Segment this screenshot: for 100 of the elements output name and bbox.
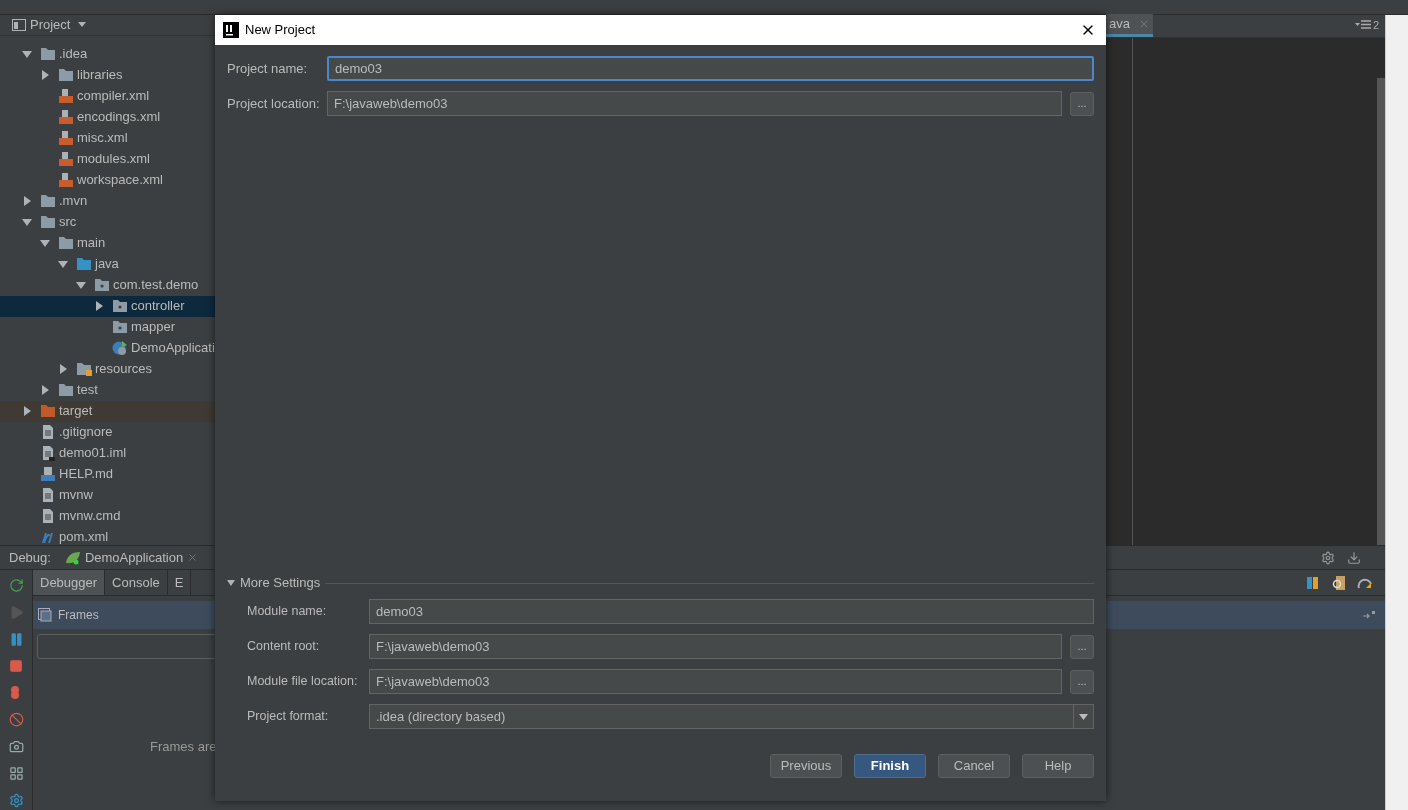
debug-tab[interactable]: Console xyxy=(105,570,168,595)
camera-icon[interactable] xyxy=(8,739,24,754)
field-label: Project format: xyxy=(247,708,330,726)
tab-list-icon[interactable] xyxy=(1354,20,1371,30)
project-view-dropdown[interactable]: Project xyxy=(30,15,87,35)
tree-item[interactable]: mvnw xyxy=(0,484,215,506)
expanded-arrow-icon[interactable] xyxy=(58,259,68,269)
tree-item[interactable]: compiler.xml xyxy=(0,85,215,107)
collapsed-arrow-icon[interactable] xyxy=(40,385,50,395)
hide-panel-icon[interactable] xyxy=(1347,550,1361,565)
tree-item[interactable]: java xyxy=(0,253,215,275)
tree-item[interactable]: HELP.md xyxy=(0,463,215,485)
stop-icon[interactable] xyxy=(9,659,23,673)
folder-icon xyxy=(58,68,74,82)
folder-icon xyxy=(40,47,56,61)
folder-icon xyxy=(58,383,74,397)
input-field[interactable]: F:\javaweb\demo03 xyxy=(369,669,1062,694)
xml-file-icon xyxy=(58,151,74,167)
tree-item-label: target xyxy=(59,402,93,421)
file-icon xyxy=(40,424,56,440)
tree-item[interactable]: encodings.xml xyxy=(0,106,215,128)
folder-icon xyxy=(58,236,74,250)
tree-item[interactable]: pom.xml xyxy=(0,526,215,545)
input-field[interactable]: F:\javaweb\demo03 xyxy=(327,91,1062,116)
pin-icon[interactable] xyxy=(1363,611,1375,619)
format-dropdown[interactable]: .idea (directory based) xyxy=(369,704,1094,729)
collapsed-arrow-icon[interactable] xyxy=(22,406,32,416)
mute-breakpoints-icon[interactable] xyxy=(8,712,24,727)
tree-item[interactable]: libraries xyxy=(0,64,215,86)
input-field[interactable]: demo03 xyxy=(327,56,1094,81)
tree-item-label: .idea xyxy=(59,45,88,64)
settings-icon[interactable] xyxy=(1321,550,1335,565)
tree-item[interactable]: .idea xyxy=(0,43,215,65)
tree-item[interactable]: DemoApplicati xyxy=(0,337,215,359)
expanded-arrow-icon[interactable] xyxy=(22,49,32,59)
collapsed-arrow-icon[interactable] xyxy=(58,364,68,374)
folder-icon xyxy=(112,320,128,334)
settings-icon[interactable] xyxy=(8,793,24,808)
input-field[interactable]: F:\javaweb\demo03 xyxy=(369,634,1062,659)
collapsed-arrow-icon[interactable] xyxy=(94,301,104,311)
layout-icon[interactable] xyxy=(8,766,24,781)
collapsed-arrow-icon[interactable] xyxy=(40,70,50,80)
tree-item[interactable]: resources xyxy=(0,358,215,380)
tree-item-label: main xyxy=(77,234,106,253)
field-label: Project name: xyxy=(227,59,309,78)
tree-item-label: controller xyxy=(131,297,185,316)
pause-icon[interactable] xyxy=(8,632,24,647)
tree-item[interactable]: demo01.iml xyxy=(0,442,215,464)
dialog-title: New Project xyxy=(245,21,316,40)
app-logo-icon xyxy=(223,22,239,38)
debug-tab[interactable]: Debugger xyxy=(33,570,106,595)
dialog-button[interactable]: Previous xyxy=(770,754,842,778)
close-icon xyxy=(187,552,199,563)
frames-empty-text: Frames are xyxy=(150,739,217,754)
tree-item[interactable]: target xyxy=(0,400,215,422)
folder-icon xyxy=(76,362,92,376)
tree-item-label: resources xyxy=(95,360,153,379)
tree-item[interactable]: test xyxy=(0,379,215,401)
field-label: Module name: xyxy=(247,603,328,621)
tree-item[interactable]: controller xyxy=(0,295,215,317)
tree-item-label: modules.xml xyxy=(77,150,150,169)
dialog-button[interactable]: Finish xyxy=(854,754,926,778)
tree-item-label: encodings.xml xyxy=(77,108,161,127)
tree-item[interactable]: .mvn xyxy=(0,190,215,212)
tree-item[interactable]: mapper xyxy=(0,316,215,338)
tree-item[interactable]: src xyxy=(0,211,215,233)
tree-item[interactable]: mvnw.cmd xyxy=(0,505,215,527)
editor-tab[interactable]: ava xyxy=(1106,14,1153,37)
session-tab[interactable]: DemoApplication xyxy=(64,547,205,568)
file-icon xyxy=(40,508,56,524)
collapsed-arrow-icon[interactable] xyxy=(22,196,32,206)
tree-item[interactable]: misc.xml xyxy=(0,127,215,149)
tree-item[interactable]: main xyxy=(0,232,215,254)
project-icon xyxy=(12,18,26,31)
dialog-button[interactable]: Help xyxy=(1022,754,1094,778)
debug-tab[interactable]: E xyxy=(167,570,192,595)
expanded-arrow-icon[interactable] xyxy=(76,280,86,290)
xml-file-icon xyxy=(58,109,74,125)
tree-item-label: .mvn xyxy=(59,192,88,211)
dialog-button[interactable]: Cancel xyxy=(938,754,1010,778)
rerun-icon[interactable] xyxy=(8,578,24,593)
browse-button[interactable]: ... xyxy=(1070,669,1094,694)
tree-item[interactable]: modules.xml xyxy=(0,148,215,170)
threads-icon[interactable] xyxy=(1305,574,1321,591)
browse-button[interactable]: ... xyxy=(1070,91,1094,116)
expanded-arrow-icon[interactable] xyxy=(22,217,32,227)
field-label: Content root: xyxy=(247,638,321,656)
browse-button[interactable]: ... xyxy=(1070,634,1094,659)
expanded-arrow-icon xyxy=(227,579,235,587)
folder-icon xyxy=(94,278,110,292)
tree-item[interactable]: .gitignore xyxy=(0,421,215,443)
folder-icon xyxy=(40,215,56,229)
more-settings-toggle[interactable]: More Settings xyxy=(227,573,321,593)
tree-item[interactable]: workspace.xml xyxy=(0,169,215,191)
folder-icon xyxy=(40,404,56,418)
tree-item[interactable]: com.test.demo xyxy=(0,274,215,296)
memory-search-icon[interactable] xyxy=(1331,574,1347,591)
input-field[interactable]: demo03 xyxy=(369,599,1094,624)
expanded-arrow-icon[interactable] xyxy=(40,238,50,248)
tree-item-label: mvnw.cmd xyxy=(59,507,121,526)
